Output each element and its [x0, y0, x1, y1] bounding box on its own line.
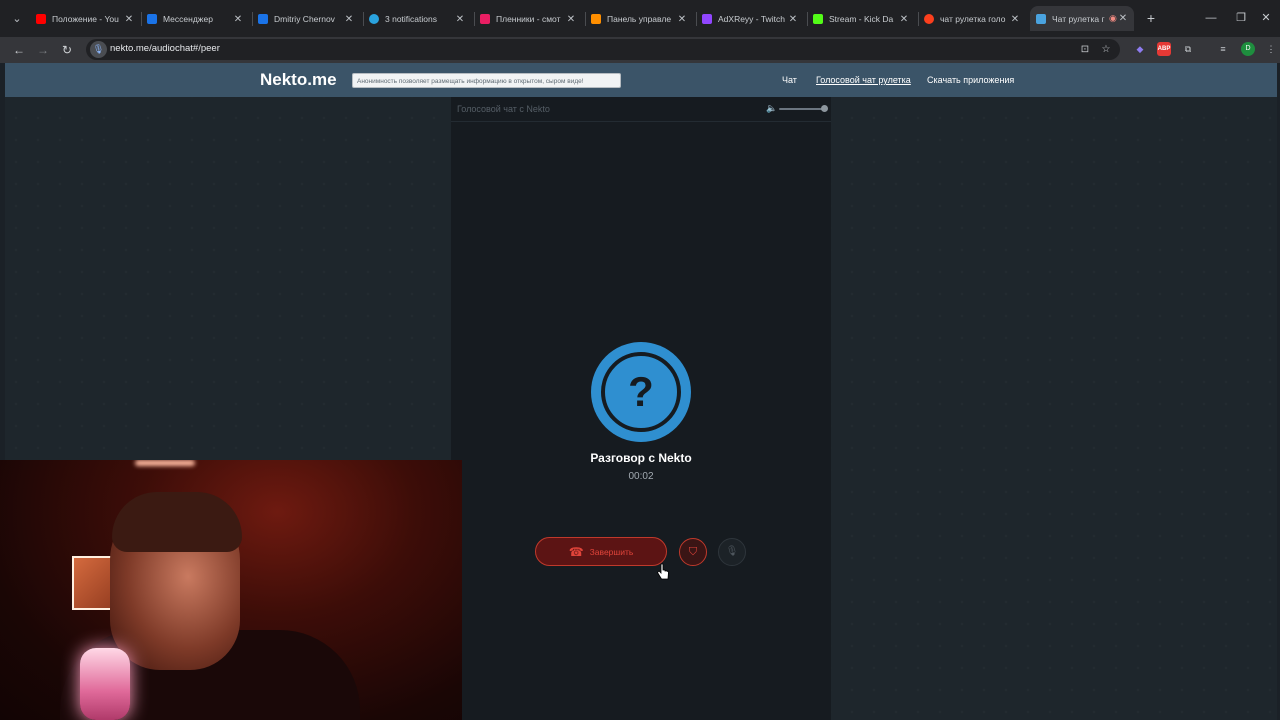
browser-tab[interactable]: AdXReyy - Twitch ✕	[702, 9, 798, 29]
partner-avatar: ?	[591, 342, 691, 442]
browser-tab[interactable]: 3 notifications ✕	[369, 9, 465, 29]
reload-button[interactable]: ↻	[59, 41, 75, 59]
recording-icon: ◉	[1109, 13, 1117, 23]
panel-header: Голосовой чат с Nekto 🔈	[451, 97, 831, 122]
tab-close-icon[interactable]: ✕	[455, 14, 465, 25]
video-icon	[480, 14, 490, 24]
url-text[interactable]: nekto.me/audiochat#/peer	[110, 43, 220, 54]
tab-close-icon[interactable]: ✕	[233, 14, 243, 25]
vk-icon	[258, 14, 268, 24]
bookmark-star-icon[interactable]: ☆	[1099, 42, 1113, 57]
hand-cursor-icon	[656, 563, 669, 580]
messenger-icon	[147, 14, 157, 24]
microphone-icon: 🎙	[725, 546, 739, 557]
report-shield-button[interactable]: ⛉	[679, 538, 707, 566]
browser-tab[interactable]: Положение - You ✕	[36, 9, 134, 29]
install-app-icon[interactable]: ⊡	[1078, 42, 1092, 57]
hang-up-phone-icon: ☎	[568, 544, 584, 559]
tab-close-icon[interactable]: ✕	[344, 14, 354, 25]
browser-tab[interactable]: чат рулетка голо ✕	[924, 9, 1020, 29]
profile-avatar[interactable]: D	[1241, 42, 1255, 56]
twitch-icon	[702, 14, 712, 24]
partner-name: Разговор с Nekto	[590, 451, 692, 465]
shield-icon: ⛉	[688, 546, 698, 558]
address-bar[interactable]: 🎙 nekto.me/audiochat#/peer ⊡ ☆	[86, 39, 1120, 60]
end-call-label: Завершить	[589, 546, 634, 557]
browser-toolbar: ← → ↻ 🎙 nekto.me/audiochat#/peer ⊡ ☆ ◆ A…	[0, 37, 1280, 63]
browser-tab[interactable]: Панель управле ✕	[591, 9, 687, 29]
browser-tab[interactable]: Пленники - смот ✕	[480, 9, 576, 29]
tab-search-chevron-icon[interactable]: ⌄	[8, 10, 26, 28]
menu-kebab-icon[interactable]: ⋮	[1264, 42, 1278, 56]
tab-close-icon[interactable]: ✕	[566, 14, 576, 25]
close-window-button[interactable]: ✕	[1259, 10, 1273, 26]
nekto-icon	[1036, 13, 1046, 24]
volume-slider[interactable]	[779, 108, 825, 110]
tab-close-icon[interactable]: ✕	[899, 14, 909, 25]
tab-close-icon[interactable]: ✕	[788, 14, 798, 25]
minimize-button[interactable]: —	[1204, 10, 1218, 26]
new-tab-button[interactable]: +	[1144, 10, 1158, 26]
restore-button[interactable]: ❐	[1234, 10, 1248, 26]
tab-close-icon[interactable]: ✕	[677, 14, 687, 25]
volume-icon[interactable]: 🔈	[766, 103, 777, 114]
panel-title: Голосовой чат с Nekto	[457, 104, 550, 114]
kick-icon	[813, 14, 823, 24]
donation-icon	[591, 14, 601, 24]
adblock-icon[interactable]: ABP	[1157, 42, 1171, 56]
webcam-overlay	[0, 460, 462, 720]
rgb-microphone	[80, 648, 130, 720]
site-header: Nekto.me Анонимность позволяет размещать…	[5, 63, 1277, 97]
question-mark-icon: ?	[628, 368, 654, 415]
yandex-icon	[924, 14, 934, 24]
back-button[interactable]: ←	[11, 41, 27, 59]
extension-icon[interactable]: ◆	[1133, 42, 1147, 56]
extensions-puzzle-icon[interactable]: ⧉	[1181, 42, 1195, 56]
reading-list-icon[interactable]: ≡	[1216, 42, 1230, 56]
mute-mic-button[interactable]: 🎙	[718, 538, 746, 566]
nav-link-voice-roulette[interactable]: Голосовой чат рулетка	[816, 75, 911, 85]
telegram-icon	[369, 14, 379, 24]
volume-slider-handle[interactable]	[821, 105, 828, 112]
voice-chat-panel: Голосовой чат с Nekto 🔈 ? Разговор с Nek…	[451, 97, 831, 720]
browser-tab-strip: ⌄ Положение - You ✕ Мессенджер ✕ Dmitriy…	[0, 0, 1280, 37]
forward-button[interactable]: →	[35, 41, 51, 59]
mic-permission-icon[interactable]: 🎙	[90, 41, 107, 58]
browser-tab[interactable]: Мессенджер ✕	[147, 9, 243, 29]
tab-close-icon[interactable]: ✕	[124, 14, 134, 25]
youtube-icon	[36, 14, 46, 24]
tab-close-icon[interactable]: ✕	[1010, 14, 1020, 25]
end-call-button[interactable]: ☎ Завершить	[535, 537, 667, 566]
browser-tab[interactable]: Dmitriy Chernov ✕	[258, 9, 354, 29]
browser-tab[interactable]: Stream - Kick Da ✕	[813, 9, 909, 29]
call-timer: 00:02	[628, 471, 654, 482]
tab-close-icon[interactable]: ✕	[1118, 13, 1128, 24]
nav-link-chat[interactable]: Чат	[782, 75, 797, 85]
site-logo[interactable]: Nekto.me	[260, 70, 337, 90]
nav-link-download-apps[interactable]: Скачать приложения	[927, 75, 1014, 85]
site-notice: Анонимность позволяет размещать информац…	[352, 73, 621, 88]
browser-tab-active[interactable]: Чат рулетка г ◉ ✕	[1030, 6, 1134, 31]
